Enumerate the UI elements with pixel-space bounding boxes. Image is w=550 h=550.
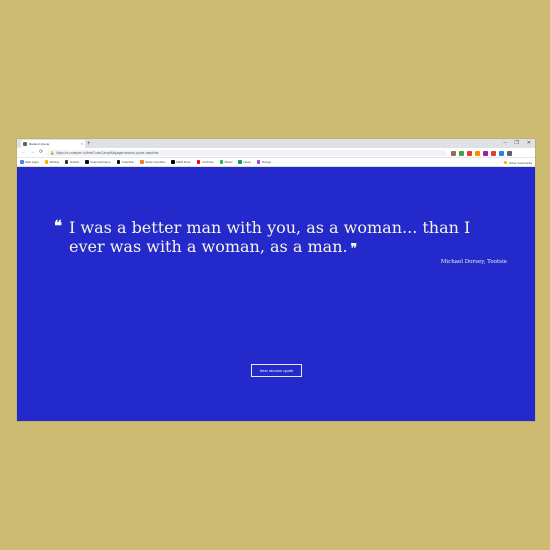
- close-window-icon[interactable]: ✕: [527, 141, 531, 146]
- bookmark-favicon-icon: [219, 160, 224, 164]
- new-tab-icon[interactable]: +: [87, 140, 91, 148]
- bookmark-favicon-icon: [171, 160, 175, 164]
- bookmark-label: Web Apps: [25, 160, 39, 164]
- extension-icon[interactable]: [483, 150, 488, 156]
- window-controls: – ❐ ✕: [504, 139, 531, 148]
- quote-text-container: ❝ I was a better man with you, as a woma…: [53, 217, 493, 258]
- bookmark-item[interactable]: freeCodeCamp: [85, 160, 111, 164]
- other-bookmarks-label: Other bookmarks: [508, 160, 532, 165]
- browser-window: Random Quote × + – ❐ ✕ ← → ⟳ 🔒 https://s…: [17, 139, 535, 421]
- other-bookmarks[interactable]: Other bookmarks: [503, 160, 532, 165]
- bookmark-favicon-icon: [116, 160, 121, 164]
- bookmark-label: Writing: [49, 160, 59, 164]
- tab-close-icon[interactable]: ×: [81, 142, 83, 146]
- quote-box: ❝ I was a better man with you, as a woma…: [53, 217, 493, 258]
- lock-icon: 🔒: [50, 150, 55, 155]
- minimize-icon[interactable]: –: [504, 141, 507, 146]
- bookmark-item[interactable]: News: [238, 160, 251, 164]
- forward-icon[interactable]: →: [30, 150, 35, 155]
- bookmark-favicon-icon: [20, 160, 24, 164]
- bookmarks-bar: Web Apps Writing GitHub freeCodeCamp CodePen…: [17, 158, 535, 167]
- bookmark-item[interactable]: Web Apps: [20, 160, 39, 164]
- extension-icon[interactable]: [491, 150, 496, 156]
- bookmark-label: Music: [224, 160, 233, 164]
- bookmark-item[interactable]: Music: [219, 160, 233, 164]
- bookmark-favicon-icon: [85, 160, 89, 164]
- extensions-area: [451, 150, 512, 156]
- quote-text: I was a better man with you, as a woman.…: [69, 218, 471, 256]
- reload-icon[interactable]: ⟳: [39, 150, 43, 155]
- bookmark-favicon-icon: [64, 160, 69, 164]
- bookmark-item[interactable]: YouTube: [196, 160, 214, 164]
- close-quote-icon: ❞: [350, 241, 358, 255]
- bookmark-item[interactable]: Writing: [44, 160, 59, 164]
- tab-title: Random Quote: [29, 142, 50, 146]
- bookmark-label: News: [243, 160, 251, 164]
- bookmark-label: Design: [261, 160, 272, 164]
- bookmark-favicon-icon: [44, 160, 49, 164]
- maximize-icon[interactable]: ❐: [514, 141, 518, 146]
- extension-icon[interactable]: [475, 150, 480, 156]
- bookmark-favicon-icon: [140, 160, 144, 164]
- bookmark-label: Stack Overflow: [145, 160, 166, 164]
- tab-favicon-icon: [23, 142, 27, 146]
- bookmark-label: MDN Docs: [176, 160, 191, 164]
- bookmark-item[interactable]: GitHub: [64, 160, 80, 164]
- extension-icon[interactable]: [507, 150, 512, 156]
- bookmark-item[interactable]: Design: [256, 160, 272, 164]
- bookmark-label: YouTube: [201, 160, 214, 164]
- new-quote-button[interactable]: New random quote: [251, 364, 302, 377]
- bookmark-label: GitHub: [69, 160, 80, 164]
- open-quote-icon: ❝: [54, 217, 63, 235]
- url-text[interactable]: https://s.codepen.io/freeCodeCamp/fullpa…: [56, 151, 158, 155]
- folder-icon: [503, 160, 508, 165]
- bookmark-favicon-icon: [196, 160, 201, 164]
- bookmark-favicon-icon: [256, 160, 261, 164]
- extension-icon[interactable]: [467, 150, 472, 156]
- quote-author: Michael Dorsey, Tootsie: [440, 259, 507, 265]
- bookmark-label: CodePen: [121, 160, 135, 164]
- back-icon[interactable]: ←: [21, 150, 26, 155]
- active-tab[interactable]: Random Quote ×: [21, 140, 85, 148]
- address-bar[interactable]: 🔒 https://s.codepen.io/freeCodeCamp/full…: [47, 149, 447, 156]
- tab-strip: Random Quote × + – ❐ ✕: [17, 139, 535, 148]
- extension-icon[interactable]: [499, 150, 504, 156]
- bookmark-item[interactable]: CodePen: [116, 160, 135, 164]
- bookmark-item[interactable]: MDN Docs: [171, 160, 191, 164]
- extension-icon[interactable]: [451, 150, 456, 156]
- bookmark-favicon-icon: [238, 160, 242, 164]
- quote-page: ❝ I was a better man with you, as a woma…: [17, 167, 535, 421]
- bookmark-label: freeCodeCamp: [90, 160, 111, 164]
- bookmark-item[interactable]: Stack Overflow: [140, 160, 165, 164]
- browser-toolbar: ← → ⟳ 🔒 https://s.codepen.io/freeCodeCam…: [17, 148, 535, 158]
- extension-icon[interactable]: [459, 150, 464, 156]
